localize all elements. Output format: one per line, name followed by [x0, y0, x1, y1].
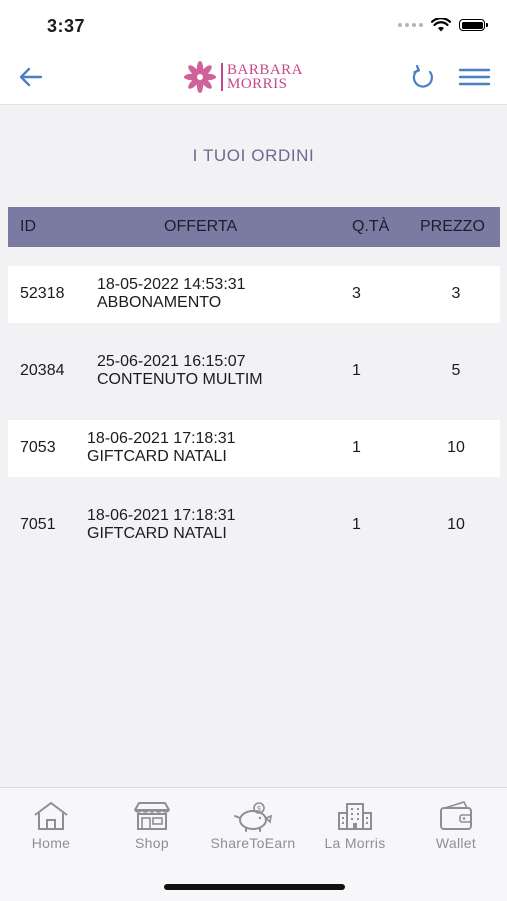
- order-row[interactable]: 52318 18-05-2022 14:53:31 ABBONAMENTO 3 …: [8, 266, 500, 323]
- order-id: 52318: [20, 285, 65, 302]
- column-header-offer: OFFERTA: [164, 218, 238, 235]
- order-price: 3: [451, 285, 461, 302]
- refresh-icon: [412, 64, 433, 88]
- flower-logo-icon: [184, 61, 216, 93]
- logo-divider: [221, 63, 223, 91]
- menu-button[interactable]: [458, 67, 491, 87]
- logo-line-2: MORRIS: [227, 76, 288, 92]
- logo-line-1: BARBARA: [227, 62, 304, 78]
- order-date: 25-06-2021 16:15:07: [97, 353, 246, 370]
- order-id: 7053: [20, 439, 56, 456]
- back-button[interactable]: [16, 63, 46, 91]
- signal-icon: [398, 23, 423, 27]
- tab-la-morris-label: La Morris: [324, 835, 386, 851]
- tab-sharetoearn-label: ShareToEarn: [210, 835, 296, 851]
- page-title: I TUOI ORDINI: [192, 146, 315, 165]
- wifi-icon: [431, 18, 451, 32]
- tab-wallet[interactable]: Wallet: [406, 800, 506, 856]
- order-date: 18-06-2021 17:18:31: [87, 430, 236, 447]
- home-indicator: [164, 884, 345, 890]
- order-price: 10: [447, 516, 465, 533]
- tab-sharetoearn[interactable]: $ ShareToEarn: [203, 800, 303, 856]
- tab-home[interactable]: Home: [1, 800, 101, 856]
- building-icon: [338, 803, 372, 830]
- order-id: 7051: [20, 516, 56, 533]
- hamburger-menu-icon: [458, 68, 491, 86]
- battery-icon: [459, 19, 488, 31]
- order-offer-name: CONTENUTO MULTIM: [97, 371, 263, 388]
- column-header-price: PREZZO: [420, 218, 485, 235]
- logo-text: BARBARA MORRIS: [227, 62, 304, 92]
- tab-wallet-label: Wallet: [435, 835, 477, 851]
- order-offer-name: ABBONAMENTO: [97, 294, 222, 311]
- piggy-bank-icon: $: [234, 802, 273, 832]
- order-row[interactable]: 20384 25-06-2021 16:15:07 CONTENUTO MULT…: [8, 343, 500, 400]
- svg-text:$: $: [257, 806, 261, 813]
- order-offer: 25-06-2021 16:15:07 CONTENUTO MULTIM: [97, 353, 263, 389]
- order-offer: 18-05-2022 14:53:31 ABBONAMENTO: [97, 276, 246, 312]
- brand-logo: BARBARA MORRIS: [183, 60, 303, 94]
- order-quantity: 3: [352, 285, 361, 302]
- order-offer: 18-06-2021 17:18:31 GIFTCARD NATALI: [87, 507, 236, 543]
- tab-shop-label: Shop: [135, 835, 169, 851]
- order-id: 20384: [20, 362, 65, 379]
- order-row[interactable]: 7053 18-06-2021 17:18:31 GIFTCARD NATALI…: [8, 420, 500, 477]
- order-quantity: 1: [352, 362, 361, 379]
- order-date: 18-06-2021 17:18:31: [87, 507, 236, 524]
- wallet-icon: [440, 801, 472, 830]
- column-header-quantity: Q.TÀ: [352, 218, 390, 235]
- order-price: 5: [451, 362, 461, 379]
- order-offer-name: GIFTCARD NATALI: [87, 525, 227, 542]
- order-row[interactable]: 7051 18-06-2021 17:18:31 GIFTCARD NATALI…: [8, 497, 500, 554]
- order-offer: 18-06-2021 17:18:31 GIFTCARD NATALI: [87, 430, 236, 466]
- order-price: 10: [447, 439, 465, 456]
- order-quantity: 1: [352, 516, 361, 533]
- back-arrow-icon: [19, 67, 43, 87]
- tab-la-morris[interactable]: La Morris: [305, 800, 405, 856]
- tab-home-label: Home: [31, 835, 71, 851]
- status-time: 3:37: [47, 16, 86, 36]
- app-header: BARBARA MORRIS: [0, 50, 507, 105]
- order-date: 18-05-2022 14:53:31: [97, 276, 246, 293]
- status-bar: 3:37: [0, 0, 507, 50]
- column-header-id: ID: [20, 218, 36, 235]
- tab-shop[interactable]: Shop: [102, 800, 202, 856]
- status-icons: [398, 18, 488, 32]
- shop-icon: [134, 802, 170, 830]
- home-icon: [34, 802, 68, 830]
- refresh-button[interactable]: [408, 63, 438, 91]
- order-offer-name: GIFTCARD NATALI: [87, 448, 227, 465]
- order-quantity: 1: [352, 439, 361, 456]
- orders-table-header: ID OFFERTA Q.TÀ PREZZO: [8, 207, 500, 247]
